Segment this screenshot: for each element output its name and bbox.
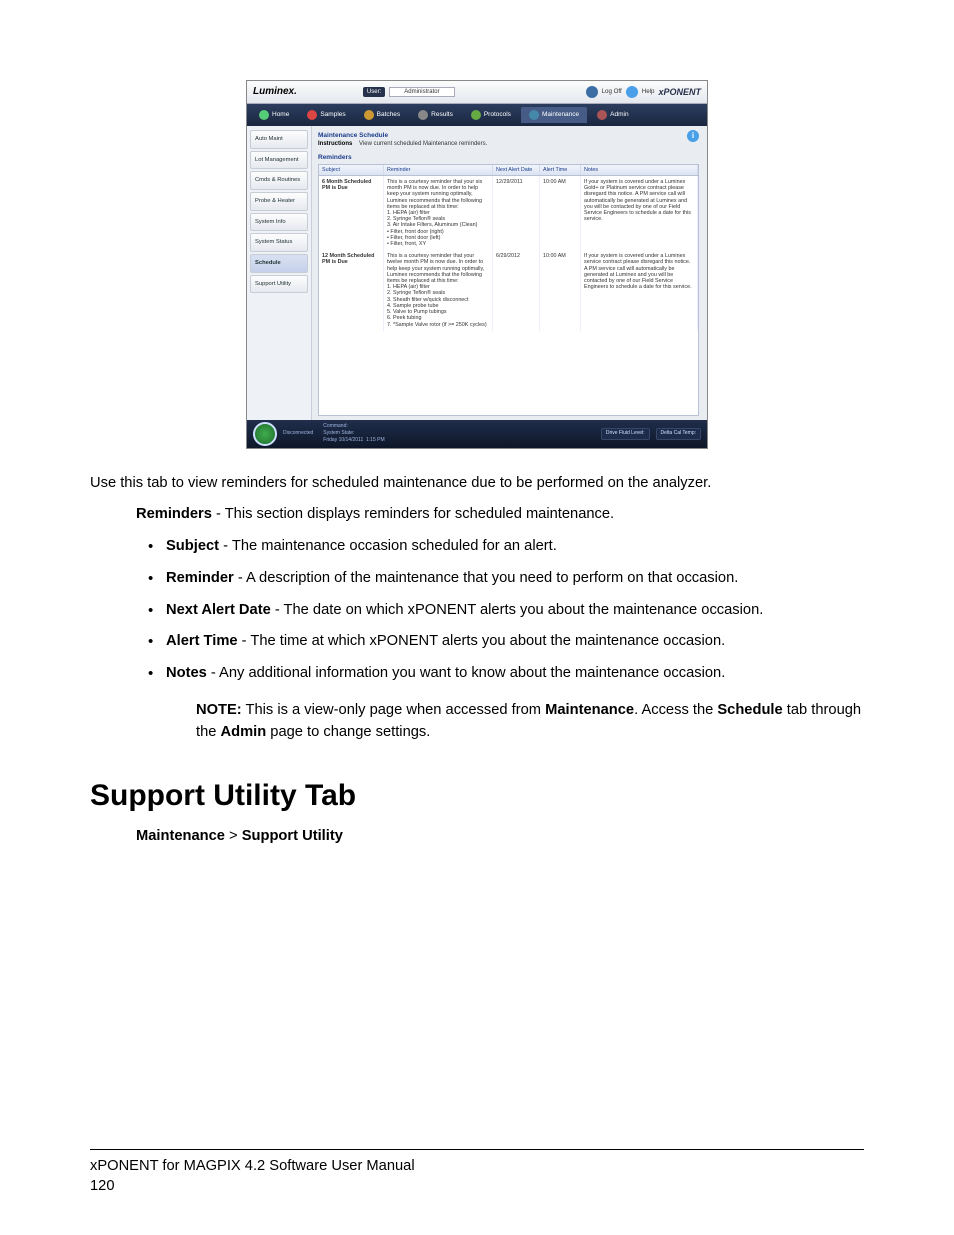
delta-cal-box: Delta Cal Temp: xyxy=(656,428,701,440)
sidebar-item-auto-maint[interactable]: Auto Maint xyxy=(250,130,308,149)
sidebar-item-lot-management[interactable]: Lot Management xyxy=(250,151,308,170)
reminders-grid: Subject Reminder Next Alert Date Alert T… xyxy=(318,164,699,416)
help-label[interactable]: Help xyxy=(642,88,655,95)
list-item: Next Alert Date - The date on which xPON… xyxy=(148,600,864,622)
sidebar-item-system-status[interactable]: System Status xyxy=(250,233,308,252)
sidebar-item-support-utility[interactable]: Support Utility xyxy=(250,275,308,294)
command-label: Command: xyxy=(323,424,384,430)
luminex-logo: Luminex. xyxy=(253,86,297,98)
tab-home[interactable]: Home xyxy=(251,107,297,123)
xponent-brand: xPONENT xyxy=(658,87,701,97)
intro-text: Use this tab to view reminders for sched… xyxy=(90,473,864,495)
footer-page-number: 120 xyxy=(90,1176,864,1197)
tab-protocols[interactable]: Protocols xyxy=(463,107,519,123)
list-item: Notes - Any additional information you w… xyxy=(148,663,864,685)
sidebar-item-schedule[interactable]: Schedule xyxy=(250,254,308,273)
help-icon[interactable] xyxy=(626,86,638,98)
list-item: Subject - The maintenance occasion sched… xyxy=(148,536,864,558)
drive-fluid-box: Drive Fluid Level: xyxy=(601,428,650,440)
tab-batches[interactable]: Batches xyxy=(356,107,409,123)
footer-date: Friday 10/14/2011 xyxy=(323,437,363,443)
titlebar: Luminex. User: Administrator Log Off Hel… xyxy=(247,81,707,104)
reminders-lead: Reminders - This section displays remind… xyxy=(136,504,864,526)
user-value: Administrator xyxy=(389,87,454,98)
tab-maintenance[interactable]: Maintenance xyxy=(521,107,587,123)
list-item: Alert Time - The time at which xPONENT a… xyxy=(148,631,864,653)
panel-header: Maintenance Schedule xyxy=(318,132,699,139)
page-footer: xPONENT for MAGPIX 4.2 Software User Man… xyxy=(90,1149,864,1197)
sidebar-item-probe-heater[interactable]: Probe & Heater xyxy=(250,192,308,211)
section-heading: Support Utility Tab xyxy=(90,779,864,813)
main-tabs: Home Samples Batches Results Protocols M… xyxy=(247,104,707,126)
info-icon[interactable]: i xyxy=(687,130,699,142)
status-bar: Disconnected Command: System State: Frid… xyxy=(247,420,707,448)
tab-results[interactable]: Results xyxy=(410,107,461,123)
reminders-header: Reminders xyxy=(318,154,699,161)
instructions: Instructions View current scheduled Main… xyxy=(318,141,699,148)
system-status-icon xyxy=(253,422,277,446)
sidebar-item-cmds-routines[interactable]: Cmds & Routines xyxy=(250,171,308,190)
col-notes[interactable]: Notes xyxy=(581,165,698,176)
table-row[interactable]: 12 Month Scheduled PM is Due This is a c… xyxy=(319,250,698,330)
breadcrumb: Maintenance > Support Utility xyxy=(136,828,864,844)
user-label: User: xyxy=(363,87,385,98)
sidebar: Auto Maint Lot Management Cmds & Routine… xyxy=(247,126,312,420)
logoff-label[interactable]: Log Off xyxy=(602,88,622,95)
col-alert-time[interactable]: Alert Time xyxy=(540,165,581,176)
tab-admin[interactable]: Admin xyxy=(589,107,636,123)
tab-samples[interactable]: Samples xyxy=(299,107,353,123)
definition-list: Subject - The maintenance occasion sched… xyxy=(148,536,864,685)
status-disconnected: Disconnected xyxy=(283,431,313,437)
list-item: Reminder - A description of the maintena… xyxy=(148,568,864,590)
note-block: NOTE: This is a view-only page when acce… xyxy=(196,699,864,743)
col-next-alert[interactable]: Next Alert Date xyxy=(493,165,540,176)
logoff-icon[interactable] xyxy=(586,86,598,98)
app-screenshot: Luminex. User: Administrator Log Off Hel… xyxy=(246,80,708,449)
footer-time: 1:15 PM xyxy=(366,437,385,443)
footer-title: xPONENT for MAGPIX 4.2 Software User Man… xyxy=(90,1156,864,1177)
col-subject[interactable]: Subject xyxy=(319,165,384,176)
col-reminder[interactable]: Reminder xyxy=(384,165,493,176)
table-row[interactable]: 6 Month Scheduled PM is Due This is a co… xyxy=(319,176,698,251)
sidebar-item-system-info[interactable]: System Info xyxy=(250,213,308,232)
